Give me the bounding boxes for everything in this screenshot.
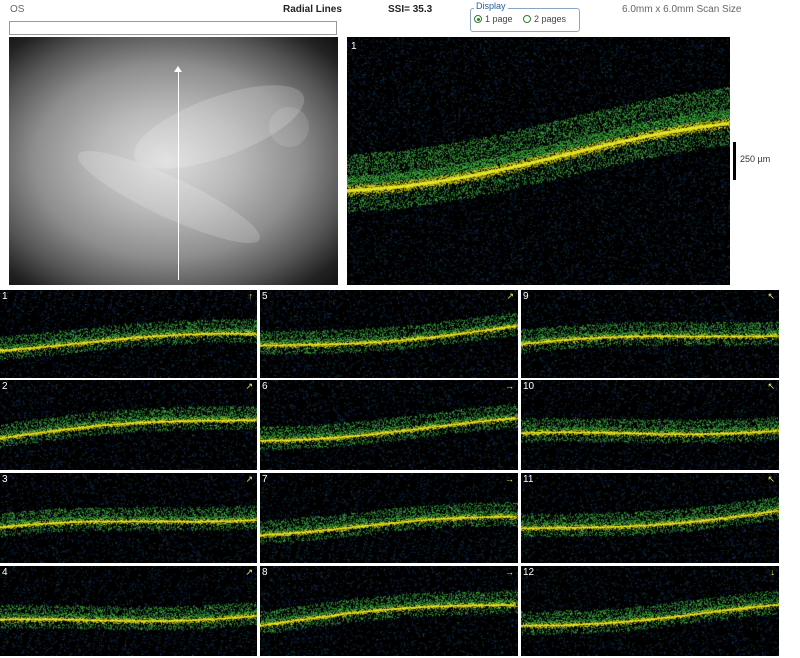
scan-direction-arrow-icon: ↓ bbox=[770, 567, 776, 577]
scan-direction-arrow-icon: ↑ bbox=[248, 291, 254, 301]
oct-thumbnail-image bbox=[0, 566, 257, 656]
thumbnail-number: 6 bbox=[262, 381, 268, 392]
oct-thumbnail[interactable]: 2 ↗ bbox=[0, 380, 257, 470]
thumbnail-number: 10 bbox=[523, 381, 535, 392]
thumbnail-number: 12 bbox=[523, 567, 535, 578]
oct-thumbnail[interactable]: 6 → bbox=[260, 380, 518, 470]
oct-thumbnail[interactable]: 9 ↖ bbox=[521, 290, 779, 378]
eye-label: OS bbox=[10, 4, 25, 15]
scan-direction-arrow-icon: ↗ bbox=[245, 381, 253, 391]
oct-thumbnail-image bbox=[260, 473, 518, 563]
scan-direction-arrow-icon: → bbox=[505, 474, 514, 484]
oct-thumbnail-image bbox=[260, 290, 518, 378]
scan-type-label: Radial Lines bbox=[283, 4, 342, 15]
thumbnail-number: 3 bbox=[2, 474, 8, 485]
thumbnail-number: 11 bbox=[523, 474, 534, 485]
ssi-label: SSI= 35.3 bbox=[388, 4, 433, 15]
display-option-2-pages[interactable]: 2 pages bbox=[523, 14, 566, 24]
scan-direction-arrow-icon: ↖ bbox=[767, 474, 775, 484]
thumbnail-number: 4 bbox=[2, 567, 8, 578]
oct-thumbnail[interactable]: 10 ↖ bbox=[521, 380, 779, 470]
oct-thumbnail[interactable]: 8 → bbox=[260, 566, 518, 656]
scan-direction-arrow-icon: → bbox=[505, 381, 514, 391]
oct-thumbnail[interactable]: 4 ↗ bbox=[0, 566, 257, 656]
main-scan-number: 1 bbox=[351, 41, 357, 52]
oct-thumbnail-image bbox=[260, 380, 518, 470]
scale-bar bbox=[733, 142, 736, 180]
oct-thumbnail[interactable]: 3 ↗ bbox=[0, 473, 257, 563]
oct-thumbnail[interactable]: 11 ↖ bbox=[521, 473, 779, 563]
oct-thumbnail-image bbox=[0, 380, 257, 470]
scan-direction-arrow-icon: ↖ bbox=[767, 291, 775, 301]
scan-direction-arrow-icon: → bbox=[505, 567, 514, 577]
scan-direction-arrow-icon: ↗ bbox=[245, 567, 253, 577]
scan-direction-arrow-icon: ↖ bbox=[767, 381, 775, 391]
radio-unselected-icon bbox=[523, 15, 531, 23]
oct-thumbnail-image bbox=[0, 473, 257, 563]
fundus-image bbox=[9, 37, 338, 285]
oct-thumbnail[interactable]: 12 ↓ bbox=[521, 566, 779, 656]
thumbnail-number: 2 bbox=[2, 381, 8, 392]
scale-bar-label: 250 µm bbox=[740, 154, 771, 164]
oct-thumbnail[interactable]: 5 ↗ bbox=[260, 290, 518, 378]
scan-size-label: 6.0mm x 6.0mm Scan Size bbox=[622, 4, 742, 15]
scan-position-line[interactable] bbox=[178, 70, 179, 280]
thumbnail-number: 7 bbox=[262, 474, 268, 485]
display-option-label: 1 page bbox=[485, 14, 513, 24]
oct-thumbnail[interactable]: 7 → bbox=[260, 473, 518, 563]
thumbnail-number: 5 bbox=[262, 291, 268, 302]
main-oct-scan[interactable] bbox=[347, 37, 730, 285]
thumbnail-number: 1 bbox=[2, 291, 8, 302]
oct-thumbnail-image bbox=[260, 566, 518, 656]
fundus-title-bar bbox=[9, 21, 337, 35]
oct-thumbnail-image bbox=[521, 566, 779, 656]
display-option-label: 2 pages bbox=[534, 14, 567, 24]
oct-thumbnail-image bbox=[521, 473, 779, 563]
oct-thumbnail-image bbox=[0, 290, 257, 378]
scan-direction-arrow-icon: ↗ bbox=[506, 291, 514, 301]
radio-selected-icon bbox=[474, 15, 482, 23]
display-option-1-page[interactable]: 1 page bbox=[474, 14, 513, 24]
oct-thumbnail-image bbox=[521, 290, 779, 378]
thumbnail-number: 9 bbox=[523, 291, 529, 302]
scan-direction-arrow-icon: ↗ bbox=[245, 474, 253, 484]
scan-direction-arrow-icon bbox=[174, 66, 182, 72]
oct-thumbnail[interactable]: 1 ↑ bbox=[0, 290, 257, 378]
thumbnail-number: 8 bbox=[262, 567, 268, 578]
oct-thumbnail-image bbox=[521, 380, 779, 470]
display-legend: Display bbox=[474, 1, 508, 11]
